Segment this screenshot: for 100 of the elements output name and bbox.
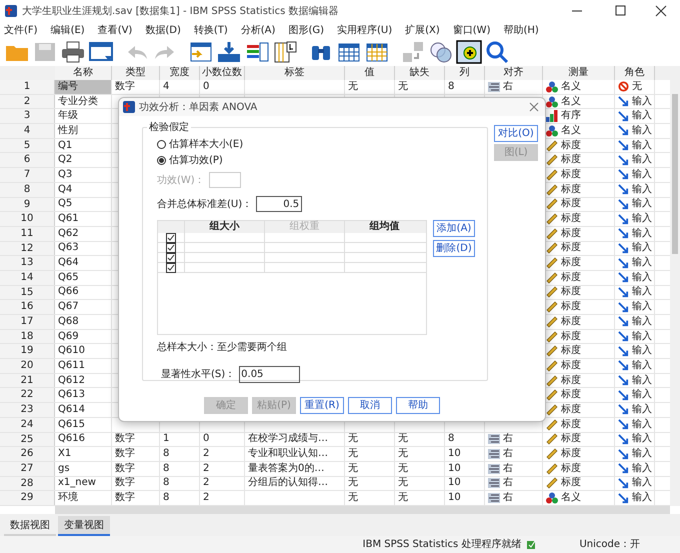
arrow-icon (618, 390, 629, 401)
table-cell: 右 (503, 447, 513, 461)
row-number[interactable]: 22 (0, 388, 55, 402)
dialog-button[interactable]: 取消 (348, 397, 392, 414)
row-number[interactable]: 3 (0, 109, 55, 124)
row-number[interactable]: 2 (0, 94, 55, 108)
row-number[interactable]: 25 (0, 432, 55, 446)
dialog-button[interactable]: 对比(O) (494, 125, 538, 142)
row-number[interactable]: 10 (0, 212, 55, 226)
row-number[interactable]: 28 (0, 476, 55, 490)
row-number[interactable]: 11 (0, 226, 55, 241)
status-text: IBM SPSS Statistics 处理程序就绪 (362, 538, 522, 552)
scrollbar[interactable] (55, 506, 670, 514)
row-number[interactable]: 21 (0, 374, 55, 388)
row-number[interactable]: 19 (0, 344, 55, 358)
row-number[interactable]: 20 (0, 359, 55, 373)
checkbox[interactable] (166, 253, 176, 263)
table-cell: 输入 (632, 242, 652, 256)
menu-item[interactable]: 文件(F) (4, 22, 38, 38)
dialog-button[interactable]: 添加(A) (433, 220, 475, 237)
row-number[interactable]: 23 (0, 403, 55, 417)
row-number[interactable]: 5 (0, 138, 55, 152)
menu-item[interactable]: 编辑(E) (50, 22, 85, 38)
checkbox[interactable] (166, 243, 176, 253)
table-cell: 输入 (632, 270, 652, 285)
dialog-button[interactable]: 帮助 (396, 397, 440, 414)
align-icon (488, 493, 500, 504)
arrow-icon (618, 198, 629, 210)
checkbox[interactable] (166, 263, 176, 273)
row-number[interactable]: 24 (0, 418, 55, 432)
row-number[interactable]: 12 (0, 242, 55, 256)
arrow-icon (618, 214, 629, 225)
menu-item[interactable]: 图形(G) (288, 22, 324, 38)
menu-item[interactable]: 窗口(W) (452, 22, 490, 38)
table-cell: 右 (503, 476, 513, 490)
table-cell: 输入 (632, 168, 652, 182)
menu-item[interactable]: 实用程序(U) (337, 22, 392, 38)
circles-icon[interactable] (428, 40, 454, 64)
row-number[interactable]: 27 (0, 462, 55, 476)
select-icon[interactable] (456, 40, 482, 64)
table-cell: 10 (448, 476, 461, 490)
arrow-icon (618, 419, 629, 430)
view-tab[interactable]: 变量视图 (58, 516, 110, 536)
row-number[interactable]: 15 (0, 286, 55, 300)
row-number[interactable]: 4 (0, 124, 55, 138)
grid-icon[interactable] (188, 40, 214, 64)
window-icon[interactable] (88, 40, 114, 64)
table-cell: 输入 (632, 418, 652, 432)
scrollbar[interactable] (670, 66, 680, 506)
row-number[interactable]: 16 (0, 300, 55, 314)
ruler-icon (546, 462, 558, 475)
row-number[interactable]: 29 (0, 491, 55, 505)
table-cell: 专业分类 (58, 94, 98, 108)
row-number[interactable]: 26 (0, 447, 55, 461)
row-number[interactable]: 13 (0, 256, 55, 270)
row-number[interactable]: 8 (0, 182, 55, 196)
table-cell: 10 (448, 491, 461, 505)
row-number[interactable]: 9 (0, 198, 55, 212)
table-cell: 8 (163, 462, 170, 476)
row-number[interactable]: 6 (0, 153, 55, 168)
menu-item[interactable]: 扩展(X) (405, 22, 440, 38)
table-cell: 输入 (632, 286, 652, 300)
dialog-button[interactable]: 删除(D) (433, 240, 475, 257)
table-cell: 输入 (632, 94, 652, 108)
download-icon[interactable] (216, 40, 242, 64)
table-cell: 标度 (561, 403, 581, 417)
checkbox[interactable] (166, 233, 176, 243)
menu-item[interactable]: 查看(V) (98, 22, 132, 38)
align-icon (488, 464, 500, 474)
table-cell: 在校学习成绩与… (248, 432, 328, 446)
column-header[interactable]: 小数位数 (200, 66, 245, 80)
status-icon (525, 538, 538, 550)
row-number[interactable]: 18 (0, 330, 55, 344)
row-number[interactable]: 17 (0, 315, 55, 329)
table-cell: Q64 (58, 256, 79, 270)
row-number[interactable]: 14 (0, 270, 55, 285)
dialog-title: 功效分析：单因素 ANOVA (139, 100, 258, 114)
menu-item[interactable]: 数据(D) (145, 22, 181, 38)
radio-option[interactable]: 估算样本大小(E) (157, 138, 477, 150)
search-icon[interactable] (484, 40, 510, 64)
menu-item[interactable]: 转换(T) (194, 22, 228, 38)
list-icon[interactable] (244, 40, 270, 64)
printer-icon[interactable] (60, 40, 86, 64)
table-cell: 性别 (58, 124, 78, 138)
table-cell: 标度 (561, 153, 581, 168)
input-field[interactable]: 0.5 (256, 196, 302, 212)
menu-item[interactable]: 帮助(H) (503, 22, 539, 38)
input-field[interactable]: 0.05 (239, 366, 300, 383)
table-icon[interactable] (272, 40, 298, 64)
radio-option[interactable]: 估算功效(P) (157, 154, 477, 166)
menu-item[interactable]: 分析(A) (240, 22, 276, 38)
table-cell: 标度 (561, 256, 581, 270)
arrow-icon (618, 286, 629, 298)
table-cell: 编号 (58, 80, 78, 94)
arrow-icon (618, 96, 629, 108)
table-cell: 2 (203, 447, 210, 461)
table-cell: 1 (163, 432, 170, 446)
row-number[interactable]: 1 (0, 80, 55, 94)
dialog-button[interactable]: 重置(R) (300, 397, 344, 414)
row-number[interactable]: 7 (0, 168, 55, 182)
